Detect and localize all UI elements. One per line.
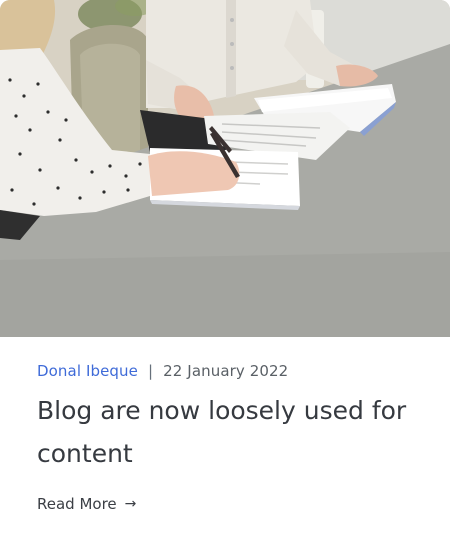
blog-card: Donal Ibeque | 22 January 2022 Blog are … xyxy=(0,0,450,542)
read-more-label: Read More xyxy=(37,495,117,513)
author-link[interactable]: Donal Ibeque xyxy=(37,361,138,381)
meta-separator: | xyxy=(148,362,154,380)
post-date: 22 January 2022 xyxy=(163,362,289,380)
office-photo xyxy=(0,0,450,337)
post-title[interactable]: Blog are now loosely used for content xyxy=(37,389,417,475)
read-more-link[interactable]: Read More → xyxy=(37,493,136,515)
post-meta: Donal Ibeque | 22 January 2022 xyxy=(37,361,288,381)
arrow-right-icon: → xyxy=(124,496,137,512)
blog-card-image[interactable] xyxy=(0,0,450,337)
